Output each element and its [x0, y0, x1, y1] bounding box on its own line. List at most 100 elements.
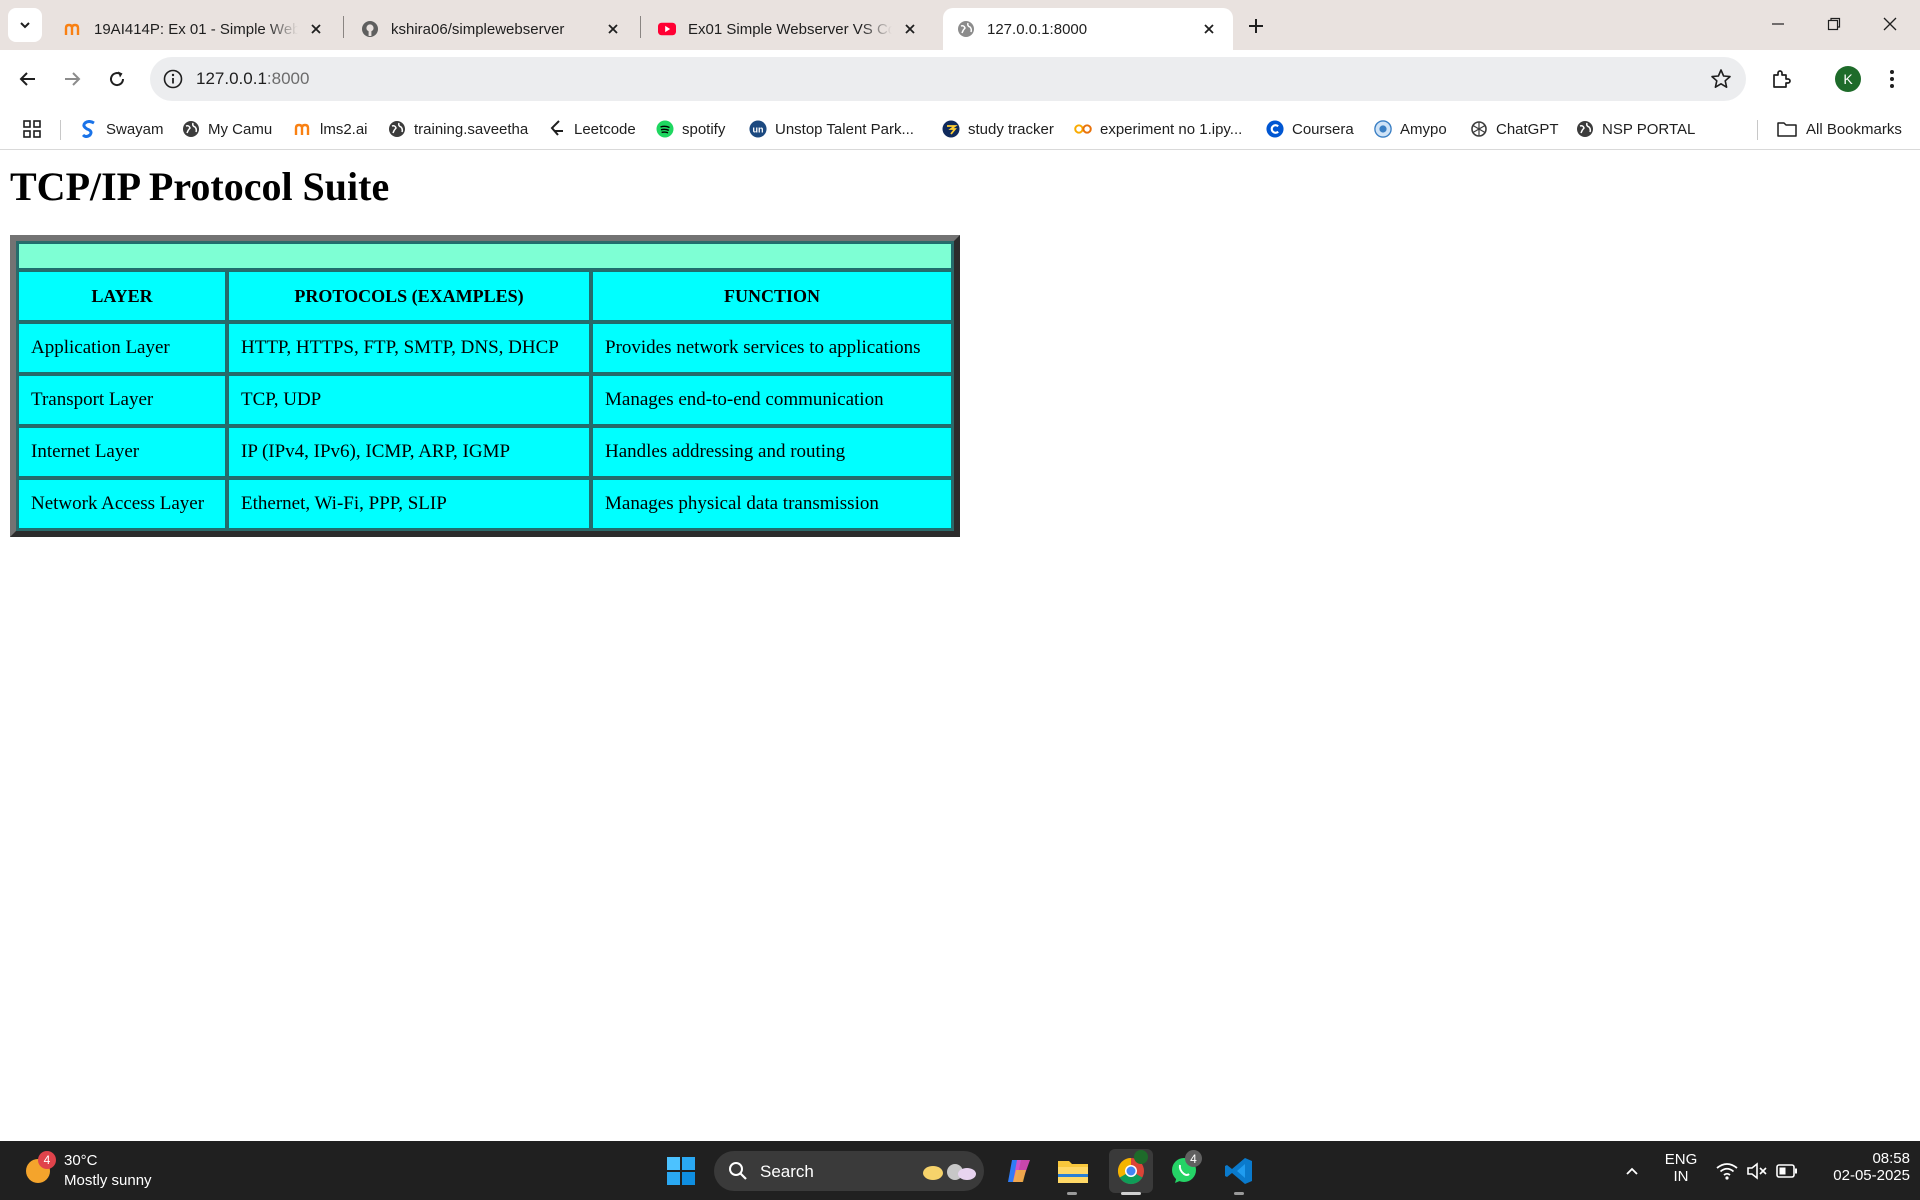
tab-youtube-video[interactable]: Ex01 Simple Webserver VS Code [644, 8, 934, 50]
search-label: Search [760, 1162, 814, 1181]
swayam-icon [80, 120, 98, 138]
language-code: ENG [1664, 1151, 1698, 1168]
tab-title: 19AI414P: Ex 01 - Simple Webserver [94, 20, 298, 38]
bookmark-lms2[interactable]: lms2.ai [294, 117, 368, 141]
show-hidden-icons-button[interactable] [1612, 1151, 1652, 1191]
bookmark-label: lms2.ai [320, 120, 368, 138]
arrow-left-icon [19, 72, 35, 86]
table-cell: Network Access Layer [18, 479, 226, 529]
tab-localhost[interactable]: 127.0.0.1:8000 [943, 8, 1233, 50]
all-bookmarks-button[interactable]: All Bookmarks [1776, 117, 1902, 141]
table-cell: Transport Layer [18, 375, 226, 425]
tab-course-exercise[interactable]: 19AI414P: Ex 01 - Simple Webserver [50, 8, 340, 50]
running-indicator [1234, 1192, 1244, 1195]
column-header-protocols: PROTOCOLS (EXAMPLES) [228, 271, 590, 321]
globe-icon [388, 120, 406, 138]
restore-icon [1827, 17, 1841, 31]
plus-icon [1249, 19, 1263, 33]
bookmark-experiment-notebook[interactable]: experiment no 1.ipy... [1074, 117, 1242, 141]
menu-button[interactable] [1874, 61, 1910, 97]
close-icon[interactable] [603, 19, 623, 39]
bookmark-label: Coursera [1292, 120, 1354, 138]
language-indicator[interactable]: ENG IN [1660, 1151, 1702, 1185]
bookmarks-divider [1757, 120, 1758, 140]
taskbar-file-explorer[interactable] [1053, 1151, 1093, 1191]
clock-time: 08:58 [1872, 1150, 1910, 1167]
tab-separator [640, 16, 641, 38]
restore-button[interactable] [1806, 0, 1862, 48]
bookmark-leetcode[interactable]: Leetcode [548, 117, 636, 141]
arrow-right-icon [65, 72, 81, 86]
site-info-icon[interactable] [162, 68, 184, 90]
bookmark-spotify[interactable]: spotify [656, 117, 725, 141]
table-cell: Application Layer [18, 323, 226, 373]
coursera-icon [1266, 120, 1284, 138]
tab-github-repo[interactable]: kshira06/simplewebserver [347, 8, 637, 50]
protocol-table: LAYER PROTOCOLS (EXAMPLES) FUNCTION Appl… [10, 235, 960, 537]
system-tray-status[interactable] [1707, 1151, 1807, 1191]
taskbar-search[interactable]: Search [714, 1151, 984, 1191]
table-row: Transport Layer TCP, UDP Manages end-to-… [18, 375, 952, 425]
kebab-menu-icon [1890, 70, 1894, 88]
tab-search-button[interactable] [8, 8, 42, 42]
bookmark-label: Amypo [1400, 120, 1447, 138]
all-bookmarks-label: All Bookmarks [1806, 120, 1902, 138]
folder-icon [1776, 120, 1798, 138]
address-url[interactable]: 127.0.0.1:8000 [196, 69, 309, 89]
weather-widget[interactable]: 4 30°C Mostly sunny [22, 1149, 172, 1193]
start-button[interactable] [661, 1151, 701, 1191]
table-cell: Manages end-to-end communication [592, 375, 952, 425]
profile-avatar[interactable]: K [1835, 66, 1861, 92]
bookmark-my-camu[interactable]: My Camu [182, 117, 272, 141]
extensions-button[interactable] [1763, 61, 1799, 97]
close-icon[interactable] [900, 19, 920, 39]
bookmark-label: experiment no 1.ipy... [1100, 120, 1243, 138]
moodle-icon [294, 120, 312, 138]
bookmark-star-icon[interactable] [1710, 68, 1732, 90]
vscode-icon [1225, 1158, 1252, 1184]
taskbar-copilot[interactable] [999, 1151, 1039, 1191]
close-icon[interactable] [1199, 19, 1219, 39]
new-tab-button[interactable] [1240, 12, 1272, 40]
table-row: Network Access Layer Ethernet, Wi-Fi, PP… [18, 479, 952, 529]
taskbar-vscode[interactable] [1219, 1151, 1259, 1191]
tab-title: 127.0.0.1:8000 [987, 20, 1088, 38]
forward-button[interactable] [54, 61, 90, 97]
column-header-layer: LAYER [18, 271, 226, 321]
folder-icon [1058, 1161, 1088, 1183]
amypo-icon [1374, 120, 1392, 138]
bookmark-study-tracker[interactable]: study tracker [942, 117, 1054, 141]
apps-grid-icon [23, 120, 41, 138]
minimize-button[interactable] [1750, 0, 1806, 48]
puzzle-icon [1773, 70, 1791, 88]
bookmark-amypo[interactable]: Amypo [1374, 117, 1447, 141]
chatgpt-icon [1470, 120, 1488, 138]
clock[interactable]: 08:58 02-05-2025 [1810, 1150, 1910, 1184]
close-icon[interactable] [306, 19, 326, 39]
table-row: Application Layer HTTP, HTTPS, FTP, SMTP… [18, 323, 952, 373]
table-cell: TCP, UDP [228, 375, 590, 425]
weather-badge: 4 [38, 1151, 56, 1169]
bookmark-training-saveetha[interactable]: training.saveetha [388, 117, 528, 141]
whatsapp-badge: 4 [1185, 1150, 1202, 1167]
back-button[interactable] [10, 61, 46, 97]
table-cell: HTTP, HTTPS, FTP, SMTP, DNS, DHCP [228, 323, 590, 373]
table-cell: Internet Layer [18, 427, 226, 477]
bookmark-chatgpt[interactable]: ChatGPT [1470, 117, 1559, 141]
bookmark-label: Unstop Talent Park... [775, 120, 914, 138]
volume-muted-icon [1747, 1162, 1767, 1180]
table-cell: IP (IPv4, IPv6), ICMP, ARP, IGMP [228, 427, 590, 477]
address-bar[interactable]: 127.0.0.1:8000 [150, 57, 1746, 101]
bookmark-coursera[interactable]: Coursera [1266, 117, 1354, 141]
close-window-button[interactable] [1862, 0, 1918, 48]
reload-button[interactable] [99, 61, 135, 97]
apps-button[interactable] [22, 117, 42, 141]
tab-separator [343, 16, 344, 38]
weather-condition: Mostly sunny [64, 1172, 152, 1189]
bookmark-nsp-portal[interactable]: NSP PORTAL [1576, 117, 1695, 141]
active-indicator [1121, 1192, 1141, 1195]
bookmark-unstop[interactable]: un Unstop Talent Park... [749, 117, 914, 141]
bookmark-label: Swayam [106, 120, 164, 138]
bookmark-swayam[interactable]: Swayam [80, 117, 164, 141]
url-host: 127.0.0.1 [196, 69, 267, 88]
